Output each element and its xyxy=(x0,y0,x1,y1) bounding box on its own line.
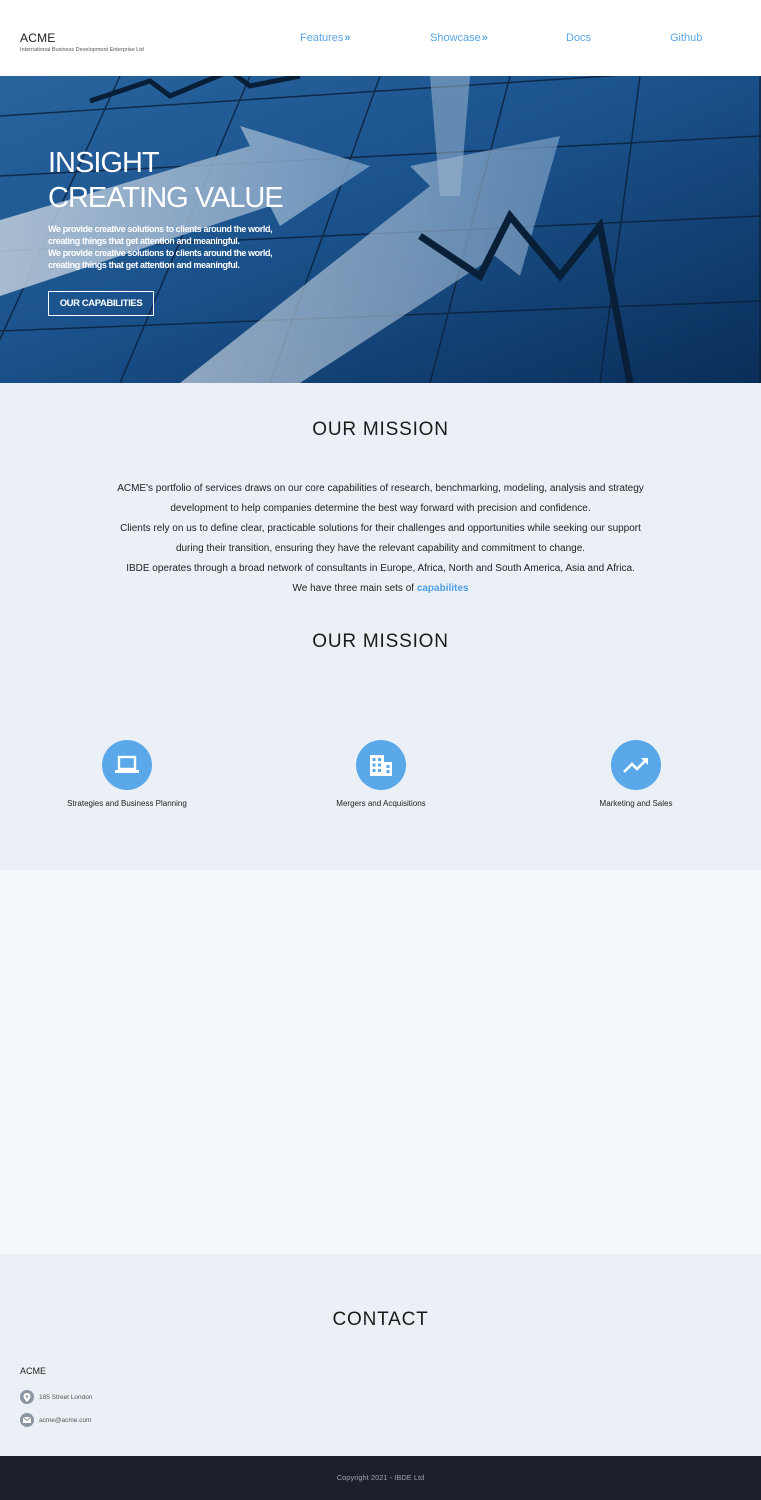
capability-label: Strategies and Business Planning xyxy=(67,799,187,808)
email-link[interactable]: acme@acme.com xyxy=(39,1417,91,1424)
hero-title: INSIGHT CREATING VALUE xyxy=(48,146,284,216)
mission-title-second: OUR MISSION xyxy=(312,631,449,652)
hero-desc-line: creating things that get attention and m… xyxy=(48,260,240,270)
capability-label: Marketing and Sales xyxy=(599,799,673,808)
mission-title: OUR MISSION xyxy=(312,419,449,440)
laptop-icon xyxy=(102,740,152,790)
capability-item[interactable]: Marketing and Sales xyxy=(536,740,736,808)
copyright-text: Copyright 2021 - IBDE Ltd xyxy=(336,1473,425,1482)
capabilities-line: We have three main sets of capabilites xyxy=(110,579,651,599)
mission-paragraph: ACME's portfolio of services draws on ou… xyxy=(117,483,644,514)
contact-email[interactable]: acme@acme.com xyxy=(20,1413,91,1427)
nav-features[interactable]: Features» xyxy=(300,32,351,44)
hero-desc-line: We provide creative solutions to clients… xyxy=(48,224,273,234)
nav-showcase[interactable]: Showcase» xyxy=(430,32,488,44)
brand-name[interactable]: ACME xyxy=(20,31,144,45)
nav-docs-label: Docs xyxy=(566,32,592,44)
location-pin-icon xyxy=(20,1390,34,1404)
chevron-right-icon: » xyxy=(481,32,488,44)
capabilities-prefix: We have three main sets of xyxy=(292,583,417,594)
address-text: 185 Street London xyxy=(39,1393,93,1401)
our-capabilities-button[interactable]: OUR CAPABILITIES xyxy=(48,291,154,316)
hero-title-line2: CREATING VALUE xyxy=(48,182,284,214)
mission-text: ACME's portfolio of services draws on ou… xyxy=(110,479,651,599)
mission-paragraph: Clients rely on us to define clear, prac… xyxy=(120,523,641,554)
mission-paragraph: IBDE operates through a broad network of… xyxy=(126,563,635,574)
nav-docs[interactable]: Docs xyxy=(566,32,591,44)
empty-section xyxy=(0,870,761,1254)
capability-label: Mergers and Acquisitions xyxy=(336,799,426,808)
nav-github-label: Github xyxy=(670,32,703,44)
nav-github[interactable]: Github xyxy=(670,32,702,44)
brand-subtitle: International Business Development Enter… xyxy=(20,47,144,53)
trending-up-icon xyxy=(611,740,661,790)
envelope-icon xyxy=(20,1413,34,1427)
building-icon xyxy=(356,740,406,790)
capability-item[interactable]: Strategies and Business Planning xyxy=(27,740,227,808)
contact-address: 185 Street London xyxy=(20,1390,93,1404)
hero-banner: INSIGHT CREATING VALUE We provide creati… xyxy=(0,76,761,383)
contact-org: ACME xyxy=(20,1366,47,1376)
nav-features-label: Features xyxy=(300,32,344,44)
contact-section: CONTACT ACME 185 Street London acme@acme… xyxy=(0,1254,761,1456)
site-footer: Copyright 2021 - IBDE Ltd xyxy=(0,1456,761,1500)
chevron-right-icon: » xyxy=(344,32,351,44)
capability-item[interactable]: Mergers and Acquisitions xyxy=(281,740,481,808)
contact-title: CONTACT xyxy=(332,1309,429,1330)
brand[interactable]: ACME International Business Development … xyxy=(20,31,144,53)
hero-desc-line: We provide creative solutions to clients… xyxy=(48,248,273,258)
mission-section: OUR MISSION ACME's portfolio of services… xyxy=(0,383,761,870)
hero-description: We provide creative solutions to clients… xyxy=(48,223,273,271)
hero-title-line1: INSIGHT xyxy=(48,147,160,179)
hero-desc-line: creating things that get attention and m… xyxy=(48,236,240,246)
nav-showcase-label: Showcase xyxy=(430,32,481,44)
site-header: ACME International Business Development … xyxy=(0,0,761,76)
capabilities-link[interactable]: capabilites xyxy=(417,583,469,594)
